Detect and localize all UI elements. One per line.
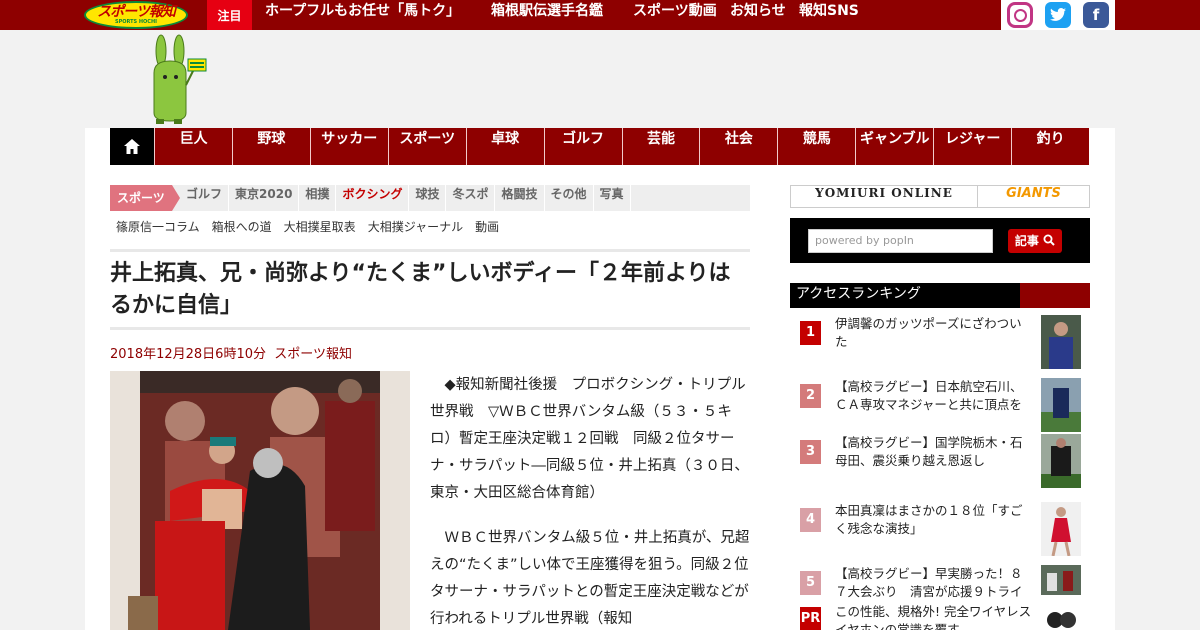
nav-item-gamble[interactable]: ギャンブル [855,128,933,165]
link-video[interactable]: 動画 [475,218,499,235]
article-paragraph: ◆報知新聞社後援 プロボクシング・トリプル世界戦 ▽ＷＢＣ世界バンタム級（５３・… [430,377,749,501]
subnav-item-tokyo2020[interactable]: 東京2020 [229,185,300,211]
rank-thumbnail [1041,378,1081,432]
ranking-item-pr[interactable]: PR この性能、規格外! 完全ワイヤレスイヤホンの常識を覆す [790,601,1090,630]
partner-links: YOMIURI ONLINE GIANTS [790,185,1090,208]
rank-text: 【高校ラグビー】早実勝った！８７大会ぶり 清宮が応援９トライ [835,566,1023,599]
site-logo[interactable]: スポーツ報知 SPORTS HOCHI [84,1,188,29]
subnav-active-sports[interactable]: スポーツ [110,185,180,211]
logo-subtext: SPORTS HOCHI [114,19,158,25]
nav-item-golf[interactable]: ゴルフ [543,128,622,165]
main-nav: 巨人 野球 サッカー スポーツ 卓球 ゴルフ 芸能 社会 競馬 ギャンブル レジ… [110,128,1089,165]
rank-number: 3 [800,440,821,464]
featured-label: 注目 [207,0,252,30]
instagram-icon[interactable] [1007,2,1033,28]
nav-item-table-tennis[interactable]: 卓球 [465,128,544,165]
rank-text: 伊調馨のガッツポーズにざわついた [835,316,1022,349]
rank-number: 1 [800,321,821,345]
nav-item-entertainment[interactable]: 芸能 [621,128,700,165]
logo-text: スポーツ報知 [97,4,176,20]
yomiuri-online-link[interactable]: YOMIURI ONLINE [791,186,978,207]
article-meta: 2018年12月28日6時10分 スポーツ報知 [110,343,352,362]
link-sumo-journal[interactable]: 大相撲ジャーナル [368,218,463,235]
rank-text: 本田真凜はまさかの１８位「すごく残念な演技」 [835,503,1023,536]
subnav-item-golf[interactable]: ゴルフ [180,185,230,211]
rank-thumbnail [1041,434,1081,488]
subnav-item-winter-sports[interactable]: 冬スポ [446,185,496,211]
rank-thumbnail [1041,502,1081,556]
secondary-links: 篠原信一コラム 箱根への道 大相撲星取表 大相撲ジャーナル 動画 [116,218,499,235]
article-source: スポーツ報知 [274,347,352,362]
title-divider-bottom [110,327,750,330]
article-date: 2018年12月28日6時10分 [110,347,266,362]
search-input[interactable]: powered by popIn [808,229,993,253]
ranking-item[interactable]: 4 本田真凜はまさかの１８位「すごく残念な演技」 [790,500,1090,556]
search-icon [1043,234,1055,246]
home-icon [124,139,140,154]
ranking-tab[interactable] [1020,283,1090,308]
rank-thumbnail [1041,565,1081,595]
nav-item-soccer[interactable]: サッカー [309,128,388,165]
subnav-item-photo[interactable]: 写真 [594,185,631,211]
top-link-sns[interactable]: 報知SNS [799,0,859,30]
rank-number: 2 [800,384,821,408]
subnav-item-boxing[interactable]: ボクシング [336,185,410,211]
rank-thumbnail [1041,603,1081,630]
sub-nav: スポーツ ゴルフ 東京2020 相撲 ボクシング 球技 冬スポ 格闘技 その他 … [110,185,750,211]
nav-item-baseball[interactable]: 野球 [231,128,310,165]
home-button[interactable] [110,128,154,165]
top-link-news[interactable]: お知らせ [730,0,786,30]
link-hakone-road[interactable]: 箱根への道 [212,218,272,235]
nav-item-horse-racing[interactable]: 競馬 [777,128,855,165]
subnav-item-other[interactable]: その他 [545,185,594,211]
nav-item-fishing[interactable]: 釣り [1011,128,1089,165]
ranking-title: アクセスランキング [796,286,921,302]
article-paragraph: ＷＢＣ世界バンタム級５位・井上拓真が、兄超えの“たくま”しい体で王座獲得を狙う。… [430,530,750,627]
rank-number: 4 [800,508,821,532]
subnav-item-sumo[interactable]: 相撲 [299,185,337,211]
subnav-item-martial-arts[interactable]: 格闘技 [495,185,545,211]
facebook-icon[interactable]: f [1083,2,1109,28]
top-link-sports-video[interactable]: スポーツ動画 [633,0,717,30]
ranking-item[interactable]: 1 伊調馨のガッツポーズにざわついた [790,313,1090,369]
ranking-item[interactable]: 2 【高校ラグビー】日本航空石川、ＣＡ専攻マネジャーと共に頂点を [790,376,1090,432]
top-link-umatoku[interactable]: ホープフルもお任せ「馬トク」 [265,0,460,30]
ranking-item[interactable]: 3 【高校ラグビー】国学院栃木・石母田、震災乗り越え恩返し [790,432,1090,488]
ranking-header: アクセスランキング [790,283,1090,308]
search-button-label: 記事 [1014,234,1039,248]
subnav-item-ballgames[interactable]: 球技 [409,185,447,211]
nav-item-leisure[interactable]: レジャー [933,128,1011,165]
article-photo[interactable] [110,371,410,630]
rank-text: 【高校ラグビー】日本航空石川、ＣＡ専攻マネジャーと共に頂点を [835,379,1023,412]
rank-number: 5 [800,571,821,595]
article-body: ◆報知新聞社後援 プロボクシング・トリプル世界戦 ▽ＷＢＣ世界バンタム級（５３・… [430,372,750,630]
link-sumo-results[interactable]: 大相撲星取表 [284,218,356,235]
search-box: powered by popIn 記事 [790,218,1090,263]
search-button[interactable]: 記事 [1008,229,1062,253]
nav-item-sports[interactable]: スポーツ [387,128,466,165]
link-shinohara-column[interactable]: 篠原信一コラム [116,218,200,235]
mascot-character-icon [153,34,207,124]
nav-item-giants[interactable]: 巨人 [154,128,232,165]
twitter-icon[interactable] [1045,2,1071,28]
title-divider-top [110,249,750,252]
giants-link[interactable]: GIANTS [978,186,1089,207]
rank-thumbnail [1041,315,1081,369]
nav-item-society[interactable]: 社会 [699,128,777,165]
rank-text: この性能、規格外! 完全ワイヤレスイヤホンの常識を覆す [835,604,1032,630]
social-links: f [1001,0,1115,30]
top-link-hakone-meikan[interactable]: 箱根駅伝選手名鑑 [491,0,603,30]
pr-badge: PR [800,607,821,630]
article-title: 井上拓真、兄・尚弥より“たくま”しいボディー「２年前よりはるかに自信」 [110,261,731,318]
rank-text: 【高校ラグビー】国学院栃木・石母田、震災乗り越え恩返し [835,435,1023,468]
